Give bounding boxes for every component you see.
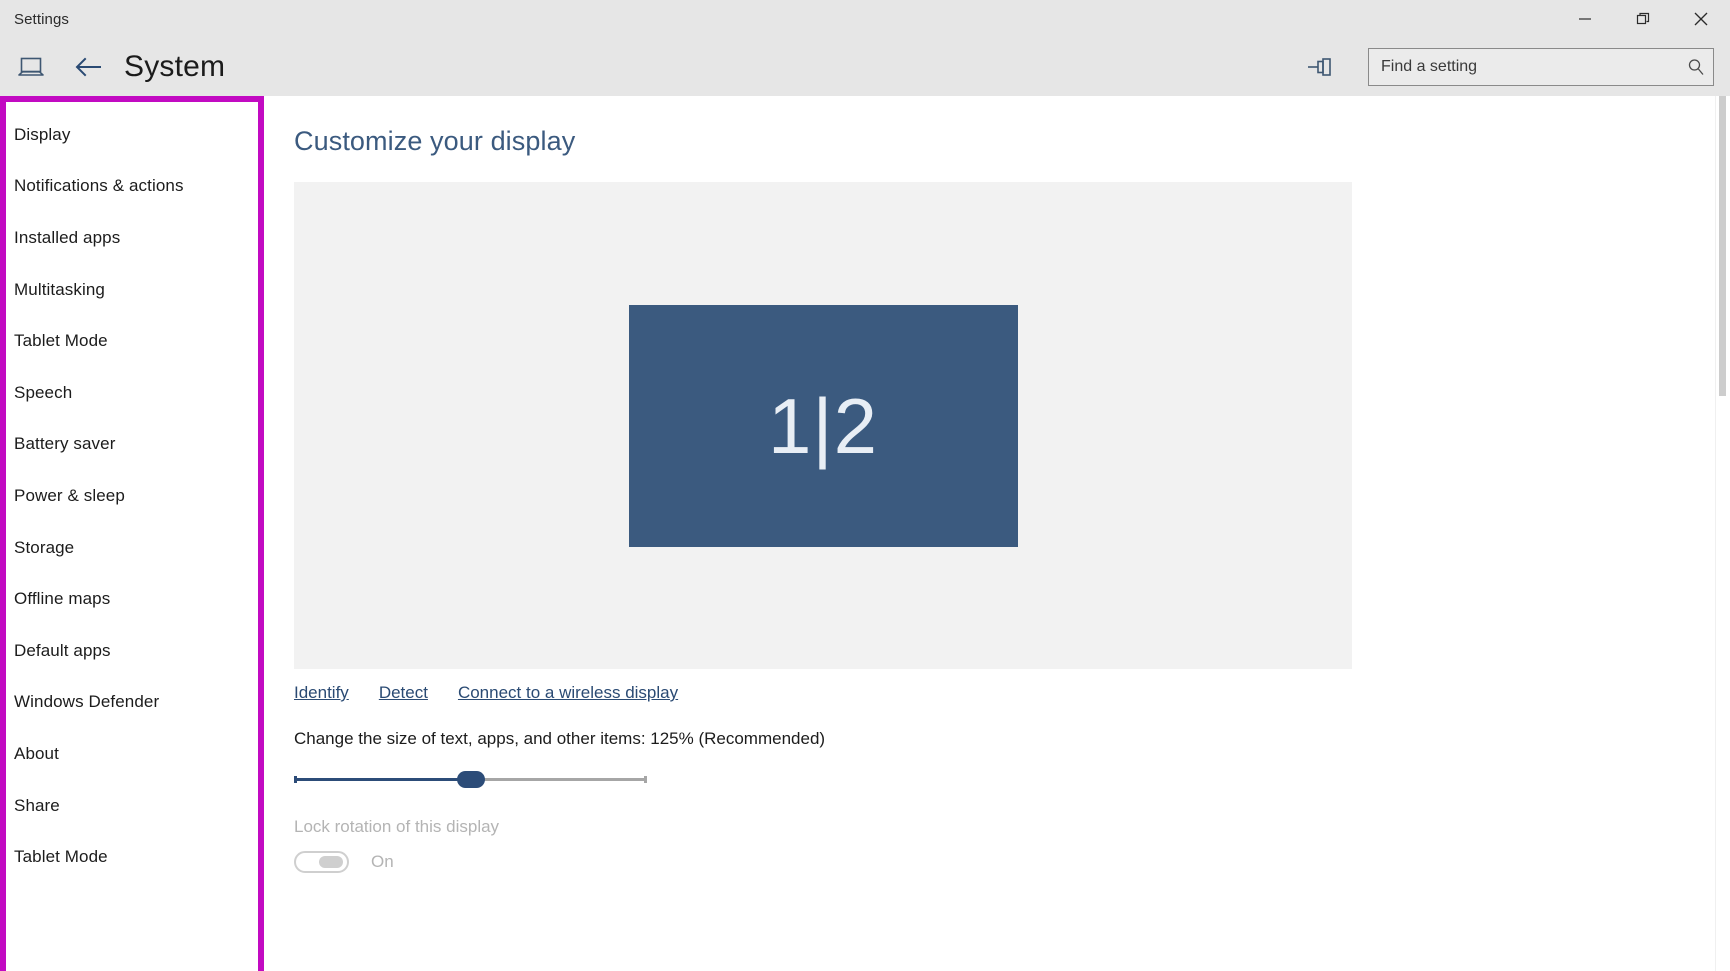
toggle-state-label: On: [371, 852, 394, 871]
window-controls: [1556, 0, 1730, 38]
sidebar-item-label: Multitasking: [14, 279, 105, 299]
laptop-icon: [14, 50, 48, 84]
sidebar-item-label: Default apps: [14, 640, 111, 660]
slider-fill: [294, 778, 471, 781]
sidebar-item-label: Installed apps: [14, 227, 121, 247]
sidebar-item-default-apps[interactable]: Default apps: [6, 625, 258, 677]
body-area: Display Notifications & actions Installe…: [0, 96, 1730, 971]
slider-tick-max: [644, 776, 647, 783]
search-box[interactable]: [1368, 48, 1714, 86]
lock-rotation-label: Lock rotation of this display: [294, 817, 500, 836]
settings-sidebar: Display Notifications & actions Installe…: [6, 102, 258, 971]
sidebar-item-power-sleep[interactable]: Power & sleep: [6, 470, 258, 522]
lock-rotation-toggle[interactable]: [294, 851, 349, 873]
sidebar-item-label: Storage: [14, 537, 75, 557]
identify-link[interactable]: Identify: [294, 683, 349, 703]
search-icon[interactable]: [1679, 49, 1713, 85]
close-button[interactable]: [1672, 0, 1730, 38]
sidebar-item-label: Power & sleep: [14, 485, 125, 505]
sidebar-item-storage[interactable]: Storage: [6, 522, 258, 574]
display-preview-monitor[interactable]: 1|2: [628, 304, 1018, 547]
sidebar-highlight-box: Display Notifications & actions Installe…: [0, 96, 264, 971]
header-right-group: [1298, 38, 1714, 96]
toggle-knob: [319, 856, 343, 868]
sidebar-item-multitasking[interactable]: Multitasking: [6, 264, 258, 316]
sidebar-item-notifications-actions[interactable]: Notifications & actions: [6, 161, 258, 213]
sidebar-item-windows-defender[interactable]: Windows Defender: [6, 677, 258, 729]
minimize-icon: [1579, 18, 1591, 20]
display-actions-row: Identify Detect Connect to a wireless di…: [294, 683, 1730, 703]
sidebar-item-label: Tablet Mode: [14, 331, 108, 351]
sidebar-item-display[interactable]: Display: [6, 109, 258, 161]
content-heading: Customize your display: [294, 126, 576, 156]
sidebar-item-label: Display: [14, 124, 71, 144]
slider-tick-min: [294, 776, 297, 783]
sidebar-item-label: Share: [14, 795, 60, 815]
connect-wireless-display-link[interactable]: Connect to a wireless display: [458, 683, 678, 703]
minimize-button[interactable]: [1556, 0, 1614, 38]
sidebar-item-label: Windows Defender: [14, 692, 160, 712]
scale-slider[interactable]: [294, 767, 647, 791]
restore-icon: [1636, 12, 1650, 25]
back-arrow-icon: [75, 57, 101, 77]
slider-thumb[interactable]: [456, 771, 485, 788]
sidebar-item-label: Offline maps: [14, 589, 111, 609]
window-title: Settings: [14, 10, 69, 28]
maximize-button[interactable]: [1614, 0, 1672, 38]
sidebar-item-label: Tablet Mode: [14, 847, 108, 867]
title-bar: Settings: [0, 0, 1730, 38]
sidebar-item-about[interactable]: About: [6, 728, 258, 780]
sidebar-item-tablet-mode-2[interactable]: Tablet Mode: [6, 831, 258, 883]
back-button[interactable]: [72, 50, 106, 84]
page-title: System: [124, 50, 226, 83]
detect-link[interactable]: Detect: [379, 683, 428, 703]
pin-icon: [1308, 58, 1331, 76]
display-number-label: 1|2: [767, 381, 879, 470]
search-input[interactable]: [1369, 49, 1679, 85]
close-icon: [1694, 12, 1708, 26]
sidebar-item-installed-apps[interactable]: Installed apps: [6, 212, 258, 264]
sidebar-item-battery-saver[interactable]: Battery saver: [6, 419, 258, 471]
sidebar-item-label: Battery saver: [14, 434, 116, 454]
content-scrollbar[interactable]: ▲: [1715, 96, 1730, 971]
sidebar-item-label: Speech: [14, 382, 73, 402]
sidebar-item-tablet-mode[interactable]: Tablet Mode: [6, 315, 258, 367]
sidebar-item-speech[interactable]: Speech: [6, 367, 258, 419]
pin-button[interactable]: [1298, 47, 1344, 87]
sidebar-item-offline-maps[interactable]: Offline maps: [6, 573, 258, 625]
scale-label: Change the size of text, apps, and other…: [294, 729, 826, 748]
display-preview-stage: 1|2: [294, 182, 1352, 669]
app-header: System: [0, 38, 1730, 96]
scrollbar-thumb[interactable]: [1719, 96, 1726, 396]
sidebar-item-label: Notifications & actions: [14, 176, 184, 196]
sidebar-item-share[interactable]: Share: [6, 780, 258, 832]
sidebar-item-label: About: [14, 743, 59, 763]
lock-rotation-row: On: [294, 851, 1730, 873]
main-content: Customize your display 1|2 Identify Dete…: [264, 96, 1730, 971]
